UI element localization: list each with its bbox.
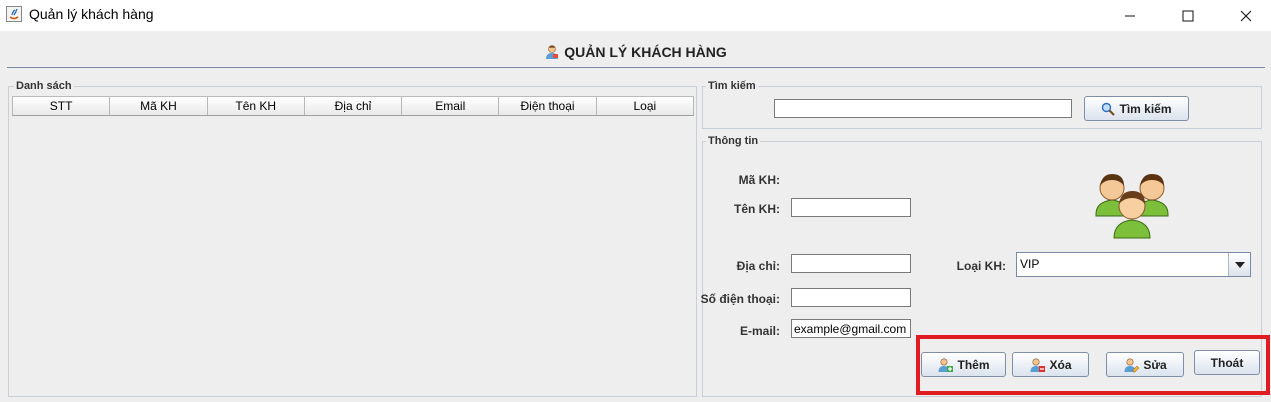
sdt-label: Số điện thoại: (700, 292, 780, 306)
chevron-down-icon (1234, 261, 1245, 268)
column-ten-kh[interactable]: Tên KH (207, 97, 305, 115)
search-input[interactable] (774, 99, 1072, 118)
java-app-icon (6, 6, 22, 22)
ten-kh-input[interactable] (791, 198, 911, 217)
minimize-icon (1125, 15, 1135, 16)
column-dien-thoai[interactable]: Điện thoại (499, 97, 597, 115)
search-button-label: Tìm kiếm (1119, 101, 1172, 116)
close-button[interactable] (1223, 0, 1269, 31)
loai-kh-select[interactable]: VIP (1016, 252, 1251, 277)
column-dia-chi[interactable]: Địa chỉ (304, 97, 403, 115)
dia-chi-input[interactable] (791, 254, 911, 273)
maximize-button[interactable] (1165, 0, 1211, 31)
header-separator (7, 67, 1265, 68)
customer-list-legend: Danh sách (14, 80, 74, 92)
action-buttons-highlight (916, 335, 1270, 395)
sdt-input[interactable] (791, 288, 911, 307)
search-button[interactable]: Tìm kiếm (1084, 96, 1189, 121)
maximize-icon (1182, 10, 1194, 21)
customers-group-icon (1095, 174, 1169, 239)
customer-table-header: STT Mã KH Tên KH Địa chỉ Email Điện thoạ… (12, 96, 694, 116)
column-loai[interactable]: Loại (596, 97, 694, 115)
close-icon (1240, 10, 1252, 21)
email-label: E-mail: (739, 324, 780, 338)
dropdown-arrow[interactable] (1228, 253, 1250, 276)
customer-icon (546, 45, 559, 59)
ten-kh-label: Tên KH: (734, 202, 780, 216)
magnifier-icon (1102, 102, 1116, 116)
column-stt[interactable]: STT (12, 97, 111, 115)
minimize-button[interactable] (1107, 0, 1153, 31)
dia-chi-label: Địa chỉ: (736, 259, 780, 273)
window-title: Quản lý khách hàng (29, 6, 154, 22)
page-title: QUẢN LÝ KHÁCH HÀNG (564, 44, 727, 60)
customer-list-panel (8, 86, 697, 397)
page-header: QUẢN LÝ KHÁCH HÀNG (0, 44, 1271, 62)
column-email[interactable]: Email (402, 97, 500, 115)
email-input[interactable] (791, 319, 911, 338)
ma-kh-label: Mã KH: (738, 173, 780, 187)
loai-kh-label: Loại KH: (956, 259, 1006, 273)
info-legend: Thông tin (706, 135, 761, 147)
loai-kh-value: VIP (1020, 257, 1040, 271)
search-legend: Tìm kiếm (706, 80, 758, 92)
column-ma-kh[interactable]: Mã KH (110, 97, 208, 115)
window-titlebar: Quản lý khách hàng (0, 0, 1271, 31)
